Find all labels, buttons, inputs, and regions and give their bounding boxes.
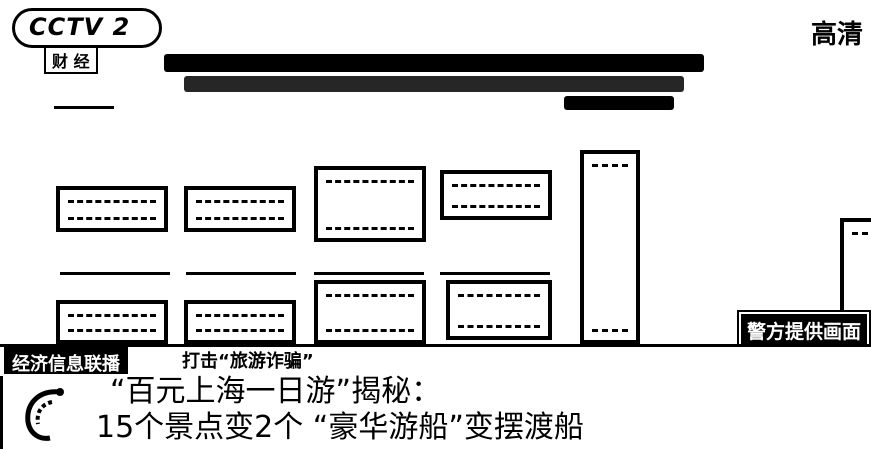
channel-sub-label: 财 经 [44, 46, 98, 74]
hd-corner-label: 高清 [810, 20, 863, 50]
photo-thumbnail [580, 150, 640, 344]
photo-thumbnail [184, 300, 296, 344]
photo-thumbnail [446, 280, 552, 340]
photo-thumbnail [440, 170, 552, 220]
lower-third-bar [0, 344, 871, 375]
topic-label: 打击“旅游诈骗” [178, 347, 318, 373]
headline-divider [0, 376, 3, 449]
background-photo-grid [0, 0, 871, 344]
headline-line-2: 15个景点变2个 “豪华游船”变摆渡船 [96, 410, 584, 445]
photo-thumbnail [56, 300, 168, 344]
photo-thumbnail [184, 186, 296, 232]
swirl-logo-icon [25, 388, 64, 441]
photo-thumbnail [56, 186, 168, 232]
photo-thumbnail [314, 280, 426, 344]
photo-thumbnail [314, 166, 426, 242]
channel-logo: CCTV 2 [12, 8, 162, 48]
headline-line-1: “百元上海一日游”揭秘： [110, 374, 442, 409]
